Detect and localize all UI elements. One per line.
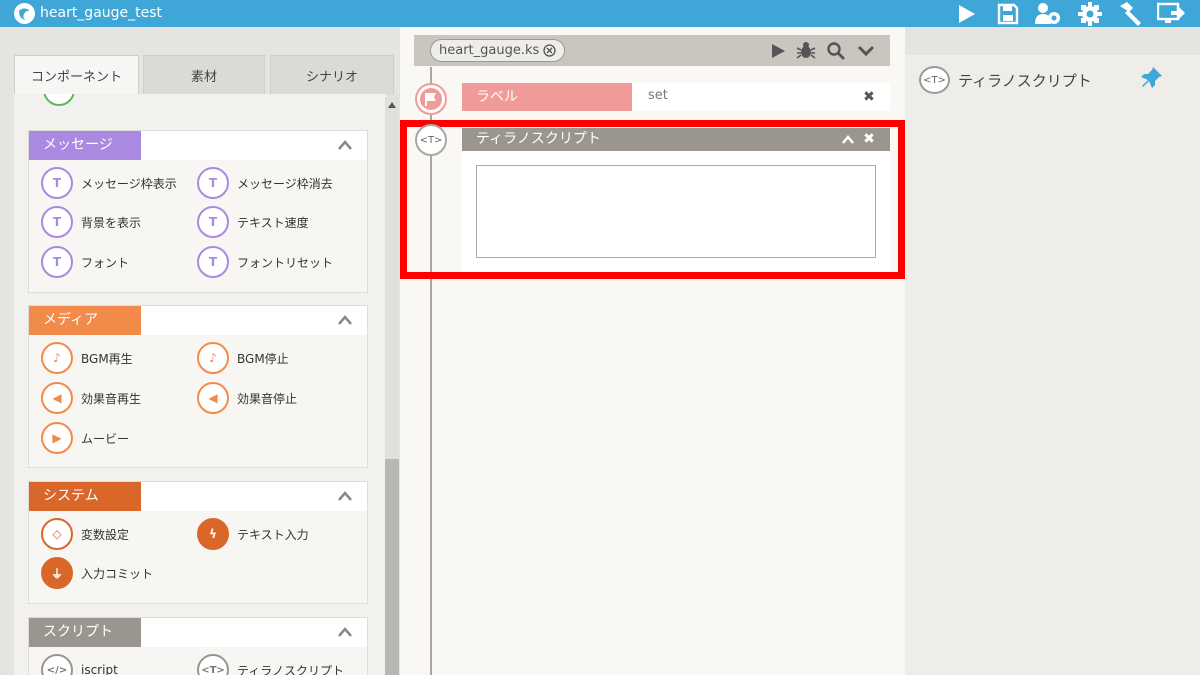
font-icon: T [41,246,73,278]
expand-menu-button[interactable] [855,40,877,62]
file-tab[interactable]: heart_gauge.ks [430,39,566,62]
label-node [415,83,447,115]
component-item[interactable]: ♪ BGM停止 [197,342,289,374]
delete-tyrano-script-button[interactable]: ✖ [862,131,876,147]
title-bar: heart_gauge_test [0,0,1200,27]
play-icon [772,44,785,58]
component-item[interactable]: T フォント [41,246,129,278]
export-button[interactable] [1156,0,1186,27]
component-item[interactable]: ϟ テキスト入力 [197,518,309,550]
label-block[interactable]: ラベル set ✖ [462,83,890,111]
collapse-chevron-icon[interactable] [337,626,353,638]
play-button[interactable] [951,0,981,27]
tab-materials[interactable]: 素材 [143,55,265,95]
font-reset-icon: T [197,246,229,278]
bug-icon [796,42,816,59]
debug-button[interactable] [795,40,817,62]
component-item[interactable]: T テキスト速度 [197,206,309,238]
se-stop-icon: ◀ [197,382,229,414]
tyrano-script-icon: <T> [197,654,229,675]
component-panel: コンポーネント 素材 シナリオ メッセージ T メッセージ枠表示 T メッセージ枠消… [0,27,400,675]
hammer-icon [1120,1,1141,26]
play-icon [959,4,975,23]
tyrano-script-body [462,151,890,272]
component-list: メッセージ T メッセージ枠表示 T メッセージ枠消去 T 背景を表示 T テキスト速度… [14,94,386,675]
scroll-up-arrow-icon[interactable] [385,97,399,113]
component-item[interactable]: T 背景を表示 [41,206,141,238]
component-item[interactable]: T メッセージ枠表示 [41,167,177,199]
properties-title: ティラノスクリプト [958,72,1092,90]
component-item[interactable]: ♪ BGM再生 [41,342,133,374]
plug-icon: ⏚ [41,557,73,589]
users-settings-button[interactable] [1033,0,1063,27]
collapse-chevron-icon[interactable] [337,490,353,502]
scroll-thumb[interactable] [385,459,399,675]
tyrano-script-node: <T> [415,124,447,156]
component-scrollbar[interactable] [385,97,399,675]
settings-button[interactable] [1075,0,1105,27]
collapse-chevron-icon[interactable] [337,314,353,326]
iscript-icon: </> [41,654,73,675]
users-gear-icon [1035,2,1060,24]
movie-icon: ▶ [41,422,73,454]
scenario-editor: heart_gauge.ks ラベル set ✖ <T> ティラノスクリプト ✖ [400,27,905,675]
tab-scenario[interactable]: シナリオ [270,55,394,95]
export-icon [1157,2,1185,23]
build-button[interactable] [1115,0,1145,27]
message-hide-icon: T [197,167,229,199]
tyrano-script-title: ティラノスクリプト [476,131,601,147]
gear-icon [1078,1,1102,26]
run-button[interactable] [767,40,789,62]
bgm-play-icon: ♪ [41,342,73,374]
delete-label-button[interactable]: ✖ [862,89,876,105]
save-button[interactable] [993,0,1023,27]
label-block-title: ラベル [462,83,632,111]
partial-item-icon [43,94,75,106]
search-button[interactable] [825,40,847,62]
save-icon [997,3,1019,24]
section-title: システム [29,482,141,511]
component-item[interactable]: T フォントリセット [197,246,333,278]
component-item[interactable]: ▶ ムービー [41,422,129,454]
component-item[interactable]: </> iscript [41,654,118,675]
collapse-icon[interactable] [842,135,854,144]
tyrano-script-header[interactable]: ティラノスクリプト ✖ [462,128,890,151]
component-item[interactable]: ⏚ 入力コミット [41,557,153,589]
text-speed-icon: T [197,206,229,238]
section-title: メッセージ [29,131,141,160]
section-system: システム ◇ 変数設定 ϟ テキスト入力 ⏚ 入力コミット [28,481,368,604]
app-title: heart_gauge_test [40,5,163,21]
section-title: スクリプト [29,618,141,647]
background-show-icon: T [41,206,73,238]
bgm-stop-icon: ♪ [197,342,229,374]
tyrano-script-icon: <T> [919,66,950,94]
variable-icon: ◇ [41,518,73,550]
tyrano-script-textarea[interactable] [476,165,876,258]
section-script: スクリプト </> iscript <T> ティラノスクリプト [28,617,368,675]
component-item[interactable]: ◀ 効果音停止 [197,382,297,414]
file-tab-label: heart_gauge.ks [439,43,540,58]
editor-toolbar: heart_gauge.ks [414,35,890,66]
component-item[interactable]: ◀ 効果音再生 [41,382,141,414]
chevron-down-icon [857,45,875,57]
se-play-icon: ◀ [41,382,73,414]
section-title: メディア [29,306,141,335]
pin-icon[interactable] [1141,67,1163,89]
component-item[interactable]: <T> ティラノスクリプト [197,654,344,675]
close-tab-icon[interactable] [543,44,556,57]
section-message: メッセージ T メッセージ枠表示 T メッセージ枠消去 T 背景を表示 T テキスト速度… [28,130,368,293]
label-block-value: set [648,88,668,103]
collapse-chevron-icon[interactable] [337,139,353,151]
message-show-icon: T [41,167,73,199]
properties-panel: <T> ティラノスクリプト [905,55,1200,675]
text-input-icon: ϟ [197,518,229,550]
app-logo-icon [14,3,35,24]
search-icon [827,42,845,60]
flag-icon [420,88,442,110]
component-item[interactable]: ◇ 変数設定 [41,518,129,550]
component-item[interactable]: T メッセージ枠消去 [197,167,333,199]
section-media: メディア ♪ BGM再生 ♪ BGM停止 ◀ 効果音再生 ◀ 効果音停止 ▶ ムービー [28,305,368,468]
tab-components[interactable]: コンポーネント [14,55,139,95]
